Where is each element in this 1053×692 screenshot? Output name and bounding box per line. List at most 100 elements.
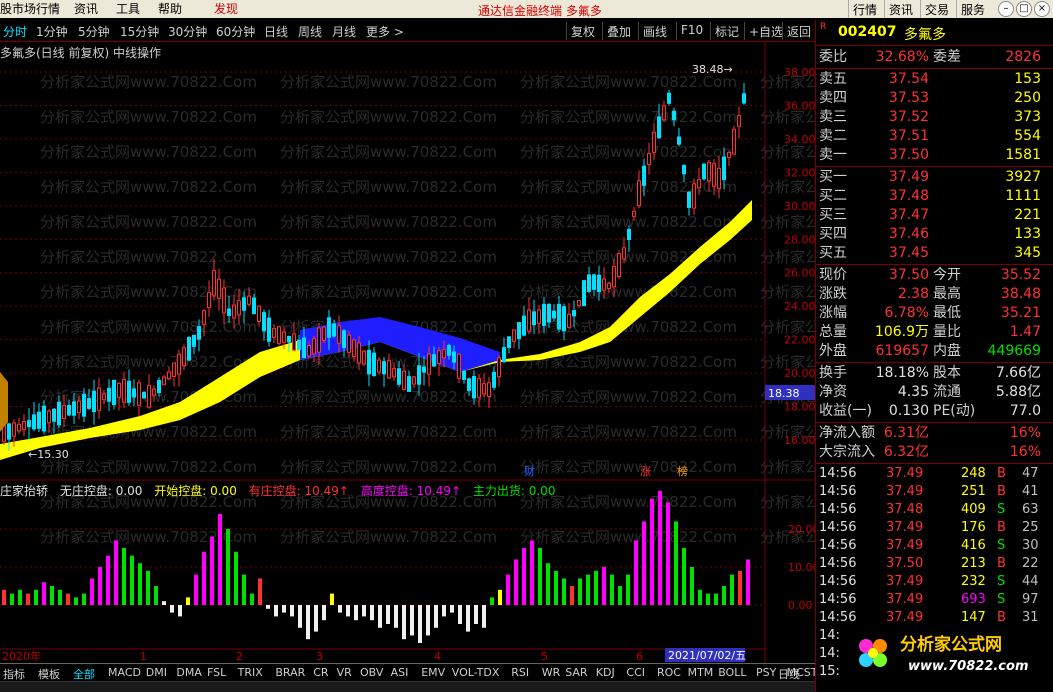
news-button[interactable]: 资讯: [884, 0, 917, 18]
tab-10[interactable]: VR: [337, 666, 352, 679]
candle-body: [312, 338, 316, 355]
tab-18[interactable]: KDJ: [596, 666, 615, 679]
tab-20[interactable]: ROC: [657, 666, 681, 679]
indicator-bar: [426, 605, 430, 636]
tick-price: 37.49: [886, 484, 924, 499]
period-indicator[interactable]: 日线: [778, 666, 800, 682]
tick-direction: B: [997, 520, 1006, 535]
tab-7[interactable]: TRIX: [238, 666, 263, 679]
candle-body: [577, 300, 581, 307]
quote-value-2: 35.21: [1000, 305, 1041, 321]
period-30min[interactable]: 30分钟: [168, 23, 207, 40]
close-icon[interactable]: ×: [1034, 1, 1050, 17]
quote-value: 619657: [875, 343, 929, 359]
period-intraday[interactable]: 分时: [3, 23, 27, 40]
watermark-text: 分析家公式网www.70822.Com: [280, 248, 497, 266]
sub-indicator-name[interactable]: 庄家抬轿: [0, 484, 48, 498]
menu-help[interactable]: 帮助: [158, 2, 182, 16]
legend-no-control: 无庄控盘: 0.00: [59, 484, 143, 498]
candle-body: [682, 165, 686, 175]
date-axis-label: 2020年: [2, 649, 41, 663]
candle-body: [397, 368, 401, 385]
date-axis-label: 5: [541, 650, 548, 663]
indicator-bar: [394, 605, 398, 628]
ask-row: 卖五 37.54 153: [816, 70, 1053, 88]
tab-12[interactable]: ASI: [391, 666, 409, 679]
chart-scrollbar[interactable]: [0, 681, 815, 692]
candle-body: [537, 309, 541, 324]
period-weekly[interactable]: 周线: [298, 23, 322, 40]
tab-19[interactable]: CCI: [626, 666, 645, 679]
indicator-bar: [338, 605, 342, 613]
ask-price: 37.51: [888, 128, 929, 144]
stock-code: 002407: [838, 24, 897, 40]
period-5min[interactable]: 5分钟: [78, 23, 110, 40]
tab-16[interactable]: WR: [542, 666, 561, 679]
ask-price: 37.52: [888, 109, 929, 125]
service-button[interactable]: 服务: [956, 0, 989, 18]
period-monthly[interactable]: 月线: [332, 23, 356, 40]
menu-bar: 股市场行情 资讯 工具 帮助 发现 通达信金融终端 多氟多 行情 资讯 交易 服…: [0, 0, 1053, 18]
divider: [816, 362, 1053, 363]
fund-label: 换手: [819, 365, 847, 381]
tab-9[interactable]: CR: [313, 666, 328, 679]
tab-4[interactable]: DMI: [146, 666, 167, 679]
add-favorite-button[interactable]: +自选: [744, 22, 787, 40]
menu-tools[interactable]: 工具: [116, 2, 140, 16]
candle-body: [627, 228, 631, 240]
period-15min[interactable]: 15分钟: [120, 23, 159, 40]
period-1min[interactable]: 1分钟: [36, 23, 68, 40]
adjust-button[interactable]: 复权: [566, 22, 599, 40]
watermark-text: 分析家公式网www.70822.Com: [760, 178, 815, 196]
trade-button[interactable]: 交易: [920, 0, 953, 18]
indicator-bar: [674, 521, 678, 605]
quote-button[interactable]: 行情: [848, 0, 881, 18]
minimize-icon[interactable]: –: [998, 1, 1014, 17]
watermark-text: 分析家公式网www.70822.Com: [40, 143, 257, 161]
watermark-text: 分析家公式网www.70822.Com: [280, 388, 497, 406]
tab-1[interactable]: 模板: [38, 666, 60, 682]
tab-22[interactable]: BOLL: [718, 666, 746, 679]
indicator-bar: [634, 540, 638, 605]
tab-3[interactable]: MACD: [108, 666, 141, 679]
tab-15[interactable]: RSI: [511, 666, 529, 679]
draw-button[interactable]: 画线: [638, 22, 671, 40]
tab-14[interactable]: VOL-TDX: [452, 666, 500, 679]
tab-5[interactable]: DMA: [176, 666, 202, 679]
menu-info[interactable]: 资讯: [74, 2, 98, 16]
tab-11[interactable]: OBV: [360, 666, 383, 679]
candle-body: [247, 295, 251, 305]
tab-13[interactable]: EMV: [421, 666, 445, 679]
tab-21[interactable]: MTM: [688, 666, 714, 679]
candle-body: [207, 292, 211, 309]
overlay-button[interactable]: 叠加: [602, 22, 635, 40]
tick-count: 63: [1022, 502, 1039, 517]
tab-0[interactable]: 指标: [3, 666, 25, 682]
bid-volume: 345: [1014, 245, 1041, 261]
back-button[interactable]: 返回: [782, 22, 815, 40]
period-60min[interactable]: 60分钟: [216, 23, 255, 40]
tab-2[interactable]: 全部: [73, 666, 95, 682]
quote-row: 涨跌 2.38 最高 38.48: [816, 285, 1053, 303]
tab-23[interactable]: PSY: [756, 666, 776, 679]
tab-17[interactable]: SAR: [565, 666, 587, 679]
period-daily[interactable]: 日线: [264, 23, 288, 40]
mark-button[interactable]: 标记: [710, 22, 743, 40]
candle-body: [622, 247, 626, 260]
tab-6[interactable]: FSL: [207, 666, 226, 679]
flow-value: 6.32亿: [883, 444, 929, 460]
menu-discover[interactable]: 发现: [214, 2, 238, 16]
candle-body: [167, 371, 171, 380]
period-more[interactable]: 更多 >: [366, 23, 404, 40]
tab-8[interactable]: BRAR: [275, 666, 305, 679]
tick-volume: 409: [961, 502, 986, 517]
menu-market[interactable]: 股市场行情: [0, 2, 60, 16]
f10-button[interactable]: F10: [676, 22, 707, 40]
tick-time: 14:56: [819, 574, 857, 589]
candle-body: [637, 180, 641, 207]
kline-chart[interactable]: 分析家公式网www.70822.Com 分析家公式网www.70822.Com 分析…: [0, 42, 815, 663]
watermark-text: 分析家公式网www.70822.Com: [760, 213, 815, 231]
candle-body: [37, 411, 41, 429]
candle-body: [267, 317, 271, 342]
maximize-icon[interactable]: □: [1016, 1, 1032, 17]
